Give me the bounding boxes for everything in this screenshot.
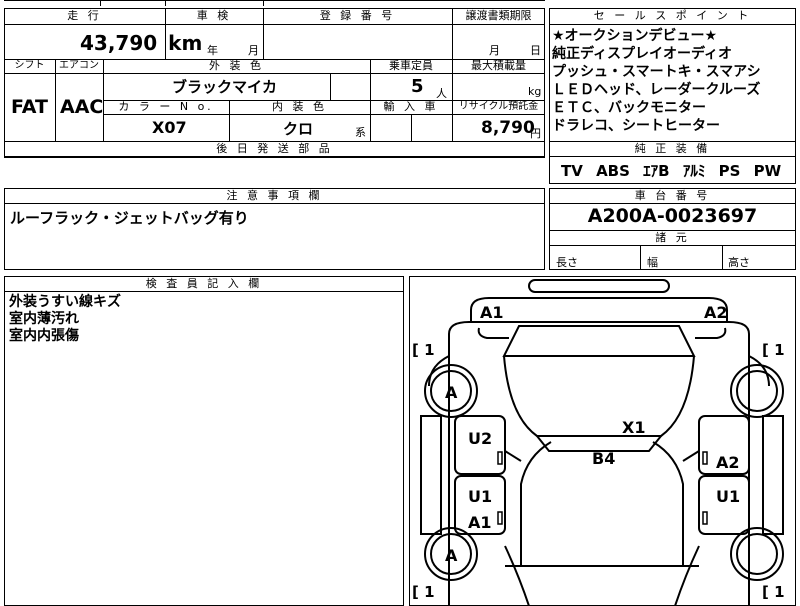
later-parts-label: 後 日 発 送 部 品 — [216, 142, 333, 155]
width-label: 幅 — [647, 256, 658, 269]
mark-roof: B4 — [592, 449, 616, 468]
sales-point-line: ＬＥＤヘッド、レーダークルーズ — [552, 82, 761, 98]
equipment-item: ｱﾙﾐ — [682, 162, 706, 180]
transfer-day-label: 日 — [530, 44, 541, 57]
recycle-unit: 円 — [530, 127, 541, 140]
sales-points-list: ★オークションデビュー★ 純正ディスプレイオーディオ プッシュ・スマートキ・スマ… — [552, 27, 761, 135]
length-label: 長さ — [556, 256, 578, 269]
sales-point-line: 純正ディスプレイオーディオ — [552, 46, 733, 62]
inspector-header: 検 査 員 記 入 欄 — [145, 277, 263, 290]
mark-wheel-rear-left: A — [445, 546, 458, 565]
dims-header: 諸 元 — [655, 231, 690, 244]
notes-text: ルーフラック・ジェットバッグ有り — [10, 209, 249, 227]
transfer-month-label: 月 — [489, 44, 500, 57]
bracket-bottom-right: [ 1 — [762, 583, 785, 601]
mark-left-front-door: U2 — [468, 429, 493, 448]
mileage-unit: km — [168, 31, 203, 55]
recycle-label: リサイクル預託金 — [458, 101, 539, 112]
sales-points-header: セ ー ル ス ポ イ ン ト — [593, 9, 752, 22]
capacity-label: 乗車定員 — [389, 59, 433, 72]
equipment-item: ABS — [596, 162, 630, 180]
exterior-color-value: ブラックマイカ — [172, 78, 278, 96]
sales-point-line: ドラレコ、シートヒーター — [552, 118, 720, 134]
shift-label: シフト — [14, 60, 45, 71]
inspector-line: 外装うすい線キズ — [9, 294, 121, 310]
registration-label: 登 録 番 号 — [319, 9, 396, 22]
shift-value: FAT — [11, 96, 48, 118]
inspector-line: 室内内張傷 — [9, 328, 79, 344]
inspector-line: 室内薄汚れ — [9, 311, 79, 327]
mileage-label: 走 行 — [67, 9, 102, 22]
interior-color-value: クロ — [283, 120, 314, 138]
chassis-number: A200A-0023697 — [587, 205, 758, 227]
inspection-label: 車 検 — [196, 9, 232, 22]
sales-point-line: ＥＴＣ、バックモニター — [552, 100, 706, 116]
max-load-label: 最大積載量 — [471, 59, 526, 72]
inspector-notes: 外装うすい線キズ 室内薄汚れ 室内内張傷 — [9, 294, 121, 345]
equipment-list: TV ABS ｴｱB ｱﾙﾐ PS PW — [561, 160, 781, 181]
height-label: 高さ — [728, 256, 750, 269]
aircon-value: AAC — [60, 96, 104, 118]
color-no-label: カ ラ ー N o. — [118, 100, 214, 113]
mark-right-rear-door: U1 — [716, 487, 741, 506]
car-diagram: A1 A2 A A U2 U1 A1 U1 A2 B4 X1 [ 1 [ 1 [… — [409, 276, 796, 606]
sales-point-line: プッシュ・スマートキ・スマアシ — [552, 64, 761, 80]
mark-front-left: A1 — [480, 303, 504, 322]
capacity-unit: 人 — [436, 87, 447, 100]
interior-color-label: 内 装 色 — [272, 100, 327, 113]
equipment-item: PW — [753, 162, 782, 180]
mark-left-rear-door-2: A1 — [468, 513, 492, 532]
exterior-color-label: 外 装 色 — [209, 59, 264, 72]
color-no-value: X07 — [152, 118, 187, 137]
import-label: 輸 入 車 — [383, 100, 439, 113]
bracket-top-left: [ 1 — [412, 341, 435, 359]
aircon-label: エアコン — [59, 60, 99, 71]
equipment-header: 純 正 装 備 — [634, 142, 711, 155]
transfer-deadline-label: 譲渡書類期限 — [465, 9, 532, 22]
inspection-year-label: 年 — [207, 44, 218, 57]
interior-color-suffix: 系 — [355, 126, 366, 139]
notes-header: 注 意 事 項 欄 — [226, 189, 323, 202]
mark-front-right: A2 — [704, 303, 728, 322]
equipment-item: TV — [561, 162, 583, 180]
load-unit: kg — [528, 85, 542, 98]
mark-windshield: X1 — [622, 418, 646, 437]
mark-wheel-front-left: A — [445, 383, 458, 402]
bracket-bottom-left: [ 1 — [412, 583, 435, 601]
chassis-header: 車 台 番 号 — [634, 189, 711, 202]
capacity-value: 5 — [411, 76, 424, 97]
mark-left-rear-door: U1 — [468, 487, 493, 506]
equipment-item: PS — [718, 162, 741, 180]
inspection-month-label: 月 — [248, 44, 259, 57]
recycle-value: 8,790 — [481, 118, 535, 138]
sales-point-line: ★オークションデビュー★ — [552, 28, 718, 44]
mileage-value: 43,790 — [80, 31, 158, 55]
bracket-top-right: [ 1 — [762, 341, 785, 359]
equipment-item: ｴｱB — [643, 162, 670, 180]
mark-right-front-door: A2 — [716, 453, 740, 472]
